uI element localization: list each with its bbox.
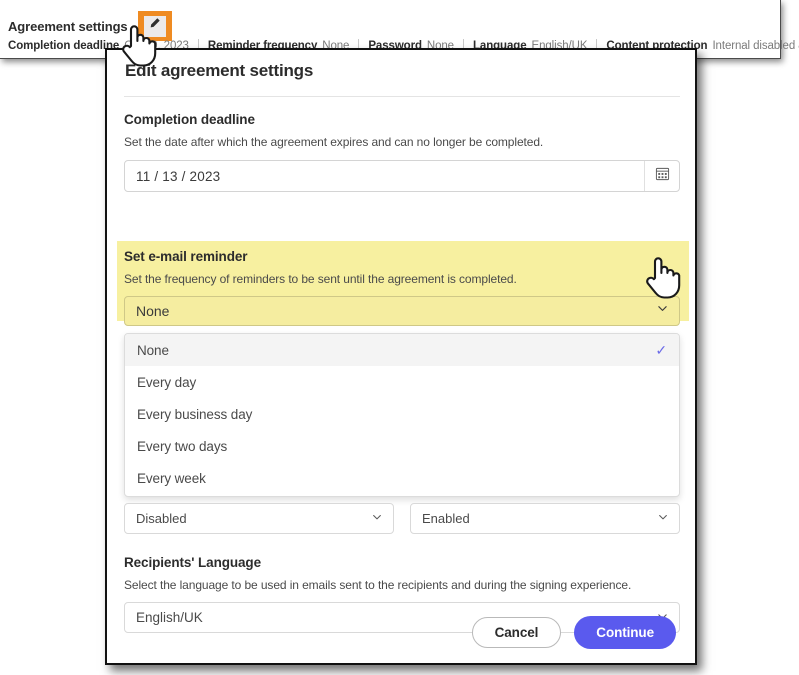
email-reminder-section: Set e-mail reminder Set the frequency of… (117, 241, 689, 326)
check-icon: ✓ (655, 342, 667, 358)
cancel-button[interactable]: Cancel (471, 617, 562, 648)
dropdown-option-label: Every day (137, 374, 197, 390)
completion-deadline-field[interactable]: 11 / 13 / 2023 (124, 160, 680, 192)
dropdown-option-every-two-days[interactable]: Every two days (125, 430, 679, 462)
completion-deadline-description: Set the date after which the agreement e… (124, 135, 544, 149)
external-protection-select[interactable]: Enabled (410, 503, 680, 534)
recipients-language-heading: Recipients' Language (124, 555, 261, 570)
pencil-icon (148, 17, 161, 35)
calendar-picker-button[interactable] (644, 161, 679, 191)
dialog-footer: Cancel Continue (107, 616, 695, 649)
edit-agreement-settings-dialog: Edit agreement settings Completion deadl… (105, 48, 697, 665)
dropdown-option-every-business-day[interactable]: Every business day (125, 398, 679, 430)
chevron-down-icon (657, 511, 669, 526)
dropdown-option-none[interactable]: None ✓ (125, 334, 679, 366)
dropdown-option-label: None (137, 342, 169, 358)
edit-settings-highlight (137, 11, 172, 41)
internal-protection-select[interactable]: Disabled (124, 503, 394, 534)
completion-deadline-heading: Completion deadline (124, 112, 255, 127)
dialog-divider (124, 96, 680, 97)
reminder-frequency-dropdown[interactable]: None ✓ Every day Every business day Ever… (124, 333, 680, 497)
edit-agreement-settings-button[interactable] (143, 15, 166, 37)
agreement-settings-header: Agreement settings (8, 11, 172, 41)
email-reminder-description: Set the frequency of reminders to be sen… (124, 272, 517, 286)
chevron-down-icon (371, 511, 383, 526)
reminder-frequency-select[interactable]: None (124, 296, 680, 326)
chevron-down-icon (656, 302, 669, 320)
internal-protection-value: Disabled (136, 511, 187, 526)
dropdown-option-label: Every week (137, 470, 206, 486)
recipients-language-description: Select the language to be used in emails… (124, 578, 632, 592)
calendar-icon (655, 166, 670, 186)
dialog-title: Edit agreement settings (125, 61, 314, 80)
summary-field-label: Completion deadline (8, 39, 120, 52)
dropdown-option-every-week[interactable]: Every week (125, 462, 679, 494)
date-input[interactable]: 11 / 13 / 2023 (125, 161, 644, 191)
external-protection-value: Enabled (422, 511, 470, 526)
protection-selects-row: Disabled Enabled (124, 503, 680, 534)
completion-deadline-section: Completion deadline Set the date after w… (124, 112, 680, 192)
panel-title: Agreement settings (8, 18, 128, 34)
email-reminder-heading: Set e-mail reminder (124, 249, 248, 264)
dropdown-option-label: Every business day (137, 406, 253, 422)
dropdown-option-label: Every two days (137, 438, 228, 454)
continue-button[interactable]: Continue (574, 616, 676, 649)
summary-field-value: Internal disabled & External enabled (712, 39, 799, 52)
reminder-frequency-value: None (136, 303, 170, 319)
dropdown-option-every-day[interactable]: Every day (125, 366, 679, 398)
